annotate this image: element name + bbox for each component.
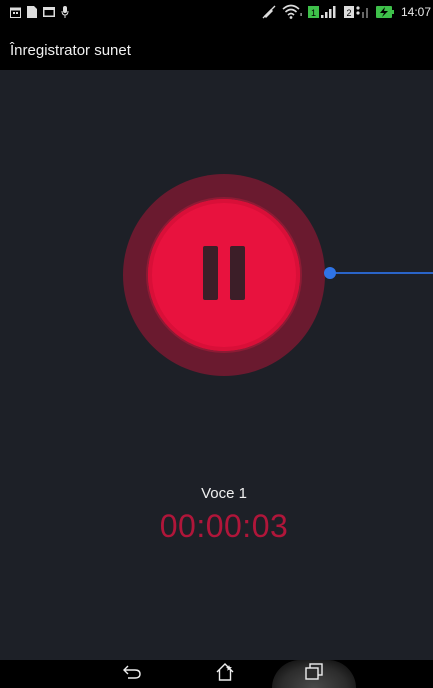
app-title: Înregistrator sunet [10,42,131,59]
voice-recorder-screen: 1 2 14:07 Înregistrator sunet Voce 1 00:… [0,0,433,688]
battery-charging-icon [375,5,395,18]
recent-apps-icon [304,662,324,686]
sim1-label: 1 [311,8,316,18]
recorder-area: Voce 1 00:00:03 [0,70,433,660]
sim2-signal-icon: 2 [343,5,370,19]
pause-icon-bar [230,246,245,300]
status-bar: 1 2 14:07 [0,0,433,32]
navigation-bar [0,660,433,688]
back-button[interactable] [115,660,149,688]
recording-progress-handle[interactable] [324,267,336,279]
action-bar: Înregistrator sunet [0,32,433,70]
mail-icon [43,7,55,17]
pause-button[interactable] [148,199,300,351]
mic-icon [61,6,69,18]
recent-apps-button[interactable] [272,660,356,688]
wifi-icon [282,4,302,19]
mute-icon [262,5,276,19]
recording-progress-line [330,272,433,274]
notification-icons [10,6,69,18]
file-icon [27,6,37,18]
back-icon [122,665,142,684]
recording-timer: 00:00:03 [159,508,289,544]
recording-name: Voce 1 [201,485,247,502]
clock: 14:07 [400,4,431,19]
home-button[interactable] [208,660,242,688]
calendar-icon [10,7,21,18]
home-icon [215,662,235,687]
sim1-signal-icon: 1 [307,5,338,19]
system-status: 1 2 14:07 [262,4,431,19]
pause-icon [203,246,218,300]
sim2-label: 2 [346,8,351,18]
